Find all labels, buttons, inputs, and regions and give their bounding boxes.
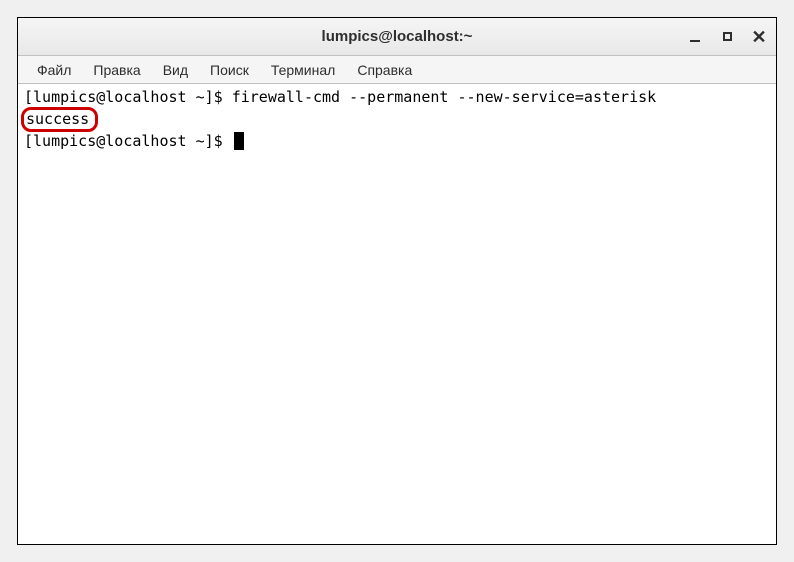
command-1: firewall-cmd --permanent --new-service=a… [232,88,656,107]
terminal-line-3: [lumpics@localhost ~]$ [24,132,770,151]
menubar: Файл Правка Вид Поиск Терминал Справка [18,56,776,84]
titlebar[interactable]: lumpics@localhost:~ ✕ [18,18,776,56]
window-controls: ✕ [686,28,768,46]
maximize-icon [723,32,732,41]
prompt-2: [lumpics@localhost ~]$ [24,132,232,151]
close-button[interactable]: ✕ [750,28,768,46]
terminal-line-2: success [24,107,770,132]
menu-terminal[interactable]: Терминал [262,59,344,81]
menu-search[interactable]: Поиск [201,59,258,81]
highlight-annotation: success [21,107,98,132]
terminal-content[interactable]: [lumpics@localhost ~]$ firewall-cmd --pe… [18,84,776,544]
menu-edit[interactable]: Правка [84,59,149,81]
menu-file[interactable]: Файл [28,59,80,81]
output-success: success [26,110,89,128]
menu-view[interactable]: Вид [154,59,197,81]
cursor [234,132,244,150]
terminal-window: lumpics@localhost:~ ✕ Файл Правка Вид По… [17,17,777,545]
minimize-icon [690,40,700,42]
minimize-button[interactable] [686,28,704,46]
menu-help[interactable]: Справка [348,59,421,81]
terminal-line-1: [lumpics@localhost ~]$ firewall-cmd --pe… [24,88,770,107]
window-title: lumpics@localhost:~ [322,28,473,45]
maximize-button[interactable] [718,28,736,46]
prompt-1: [lumpics@localhost ~]$ [24,88,232,107]
close-icon: ✕ [751,28,766,46]
